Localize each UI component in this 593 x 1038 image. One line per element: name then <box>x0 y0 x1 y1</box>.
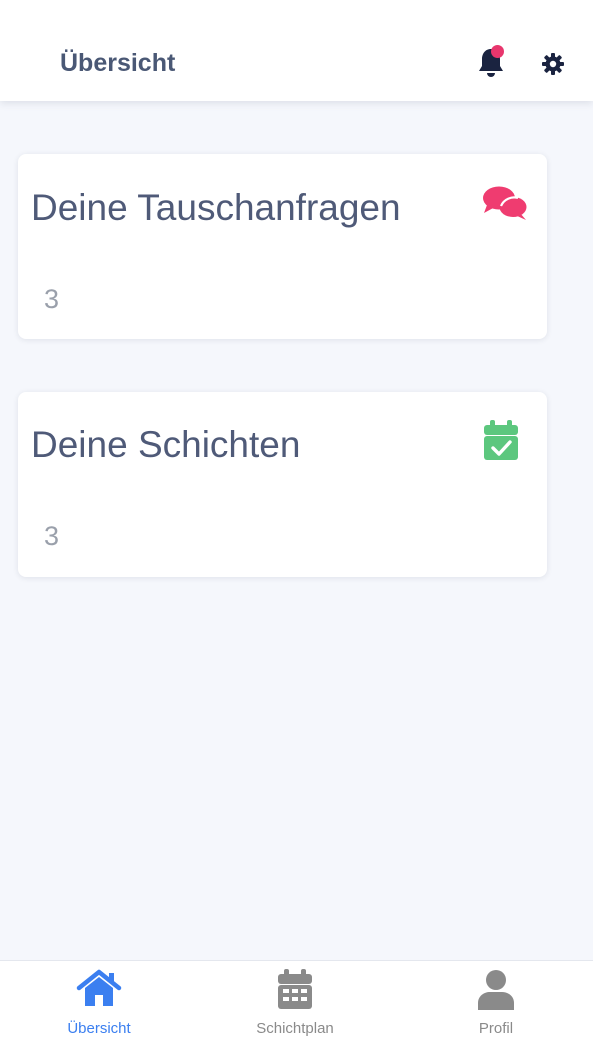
home-icon <box>76 969 122 1006</box>
app-header: Übersicht <box>0 0 593 101</box>
page-title: Übersicht <box>60 49 176 77</box>
swap-requests-count: 3 <box>44 284 60 314</box>
card-title: Deine Schichten <box>31 424 301 465</box>
nav-item-overview[interactable]: Übersicht <box>0 961 198 1038</box>
user-icon <box>478 970 514 1010</box>
nav-label-profile: Profil <box>478 1020 514 1037</box>
notification-badge-dot <box>491 45 504 58</box>
shifts-card[interactable]: Deine Schichten 3 <box>18 392 547 577</box>
calendar-icon <box>278 969 312 1009</box>
nav-item-profile[interactable]: Profil <box>397 961 593 1038</box>
card-title: Deine Tauschanfragen <box>31 187 401 228</box>
shifts-count: 3 <box>44 521 60 551</box>
nav-label-schedule: Schichtplan <box>256 1020 334 1037</box>
swap-requests-card[interactable]: Deine Tauschanfragen 3 <box>18 154 547 339</box>
comments-icon <box>483 186 527 220</box>
gear-icon[interactable] <box>541 52 565 76</box>
nav-item-schedule[interactable]: Schichtplan <box>196 961 394 1038</box>
nav-label-overview: Übersicht <box>67 1020 131 1037</box>
bottom-navigation: Übersicht Schichtplan Profil <box>0 960 593 1038</box>
calendar-check-icon <box>484 420 518 460</box>
